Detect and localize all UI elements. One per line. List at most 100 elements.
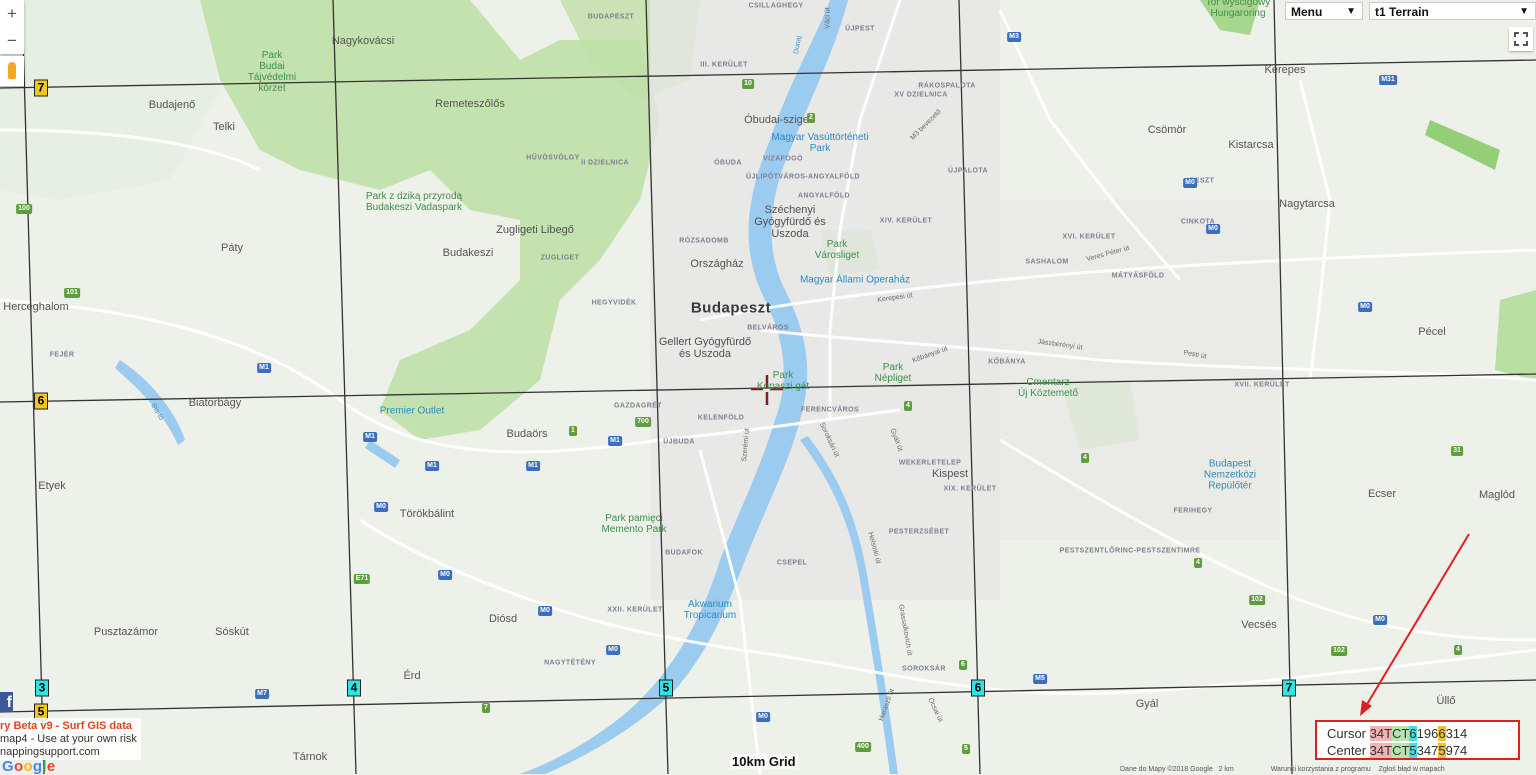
road-shield: M1	[257, 363, 271, 373]
district-label: KŐBÁNYA	[988, 358, 1026, 366]
zoom-in-button[interactable]: +	[0, 0, 24, 27]
road-shield: M5	[1033, 674, 1047, 684]
district-label: KELENFÖLD	[697, 414, 745, 422]
place-label: Vecsés	[1241, 619, 1277, 631]
zoom-out-button[interactable]: −	[0, 27, 24, 54]
poi-label[interactable]: Park Budai Tájvédelmi körzet	[242, 50, 302, 94]
northing-rest: 314	[1445, 726, 1468, 741]
poi-label[interactable]: Park Városliget	[815, 239, 859, 261]
pegman-icon	[8, 62, 16, 79]
zone-part: 34T	[1369, 743, 1393, 758]
district-label: SASHALOM	[1025, 258, 1069, 266]
grid-title: 10km Grid	[730, 754, 798, 769]
place-label: Pusztazámor	[93, 626, 159, 638]
poi-label[interactable]: Országház	[690, 258, 743, 270]
district-label: FEJÉR	[49, 351, 75, 359]
report-error-link[interactable]: Zgłoś błąd w mapach	[1379, 766, 1445, 773]
zone-part: 34T	[1369, 726, 1393, 741]
place-label: Csömör	[1147, 124, 1187, 136]
poi-label[interactable]: Park pamięci Memento Park	[601, 513, 666, 535]
district-label: II DZIELNICA	[581, 159, 629, 167]
district-label: BELVÁROS	[747, 324, 789, 332]
poi-label[interactable]: Magyar Állami Operaház	[800, 275, 910, 286]
place-label: Nagytarcsa	[1279, 198, 1335, 210]
place-label: Kispest	[931, 468, 969, 480]
district-label: SOROKSÁR	[902, 665, 946, 673]
place-label-city: Budapeszt	[690, 299, 772, 317]
grid-col-label: 7	[1282, 679, 1296, 697]
menu-select-value: Menu	[1291, 5, 1323, 19]
park-area-pecel	[1495, 290, 1536, 380]
road-shield: 31	[1451, 446, 1463, 456]
poi-label[interactable]: Akwarium Tropicarium	[684, 599, 736, 621]
scale-bar[interactable]: 2 km	[1219, 766, 1234, 773]
place-label: Biatorbágy	[188, 397, 242, 409]
fullscreen-button[interactable]	[1509, 27, 1533, 51]
road-shield: M1	[363, 432, 377, 442]
layer-select[interactable]: t1 Terrain ▼	[1369, 2, 1536, 20]
road-shield: M0	[438, 570, 452, 580]
place-label: Tárnok	[292, 751, 328, 763]
road-shield: M0	[606, 645, 620, 655]
grid-col-label: 5	[659, 679, 673, 697]
grid-col-label: 6	[971, 679, 985, 697]
square-part: CT	[1392, 743, 1410, 758]
road-shield: 101	[64, 288, 80, 298]
easting-rest: 196	[1416, 726, 1439, 741]
district-label: FERIHEGY	[1173, 507, 1213, 515]
road-shield: M0	[756, 712, 770, 722]
place-label: Budajenő	[148, 99, 196, 111]
poi-label[interactable]: Széchenyi Gyógyfürdő és Uszoda	[735, 204, 845, 240]
northing-digit: 6	[1438, 726, 1446, 741]
road-shield: 2	[807, 113, 815, 123]
district-label: XV DZIELNICA	[894, 91, 948, 99]
poi-label[interactable]: Park z dziką przyrodą Budakeszi Vadaspark	[366, 191, 462, 213]
poi-label[interactable]: Premier Outlet	[380, 406, 444, 417]
poi-label[interactable]: Budapest Nemzetközi Repülőtér	[1190, 459, 1270, 492]
place-label: Remeteszőlős	[435, 98, 505, 110]
road-shield: M31	[1379, 75, 1397, 85]
menu-select[interactable]: Menu ▼	[1285, 2, 1363, 20]
map-footer: Dane do Mapy ©2018 Google 2 km Warunki k…	[1120, 766, 1445, 773]
poi-label[interactable]: Cmentarz Új Köztemető	[1018, 377, 1078, 399]
center-coordinate: Center 34TCT53475974	[1327, 742, 1508, 759]
district-label: ZUGLIGET	[540, 254, 580, 262]
poi-label[interactable]: Park Népliget	[875, 362, 912, 384]
district-label: WEKERLETELEP	[898, 459, 962, 467]
road-shield: 102	[1331, 646, 1347, 656]
grid-row-label: 7	[34, 79, 48, 97]
district-label: ÚJPEST	[845, 25, 875, 33]
place-label: Herceghalom	[3, 301, 69, 313]
district-label: BUDAPESZT	[587, 13, 635, 21]
coordinate-readout: Cursor 34TCT61966314 Center 34TCT5347597…	[1315, 720, 1520, 760]
road-shield: 4	[904, 401, 912, 411]
district-label: III. KERÜLET	[700, 61, 748, 69]
road-shield: 7	[482, 703, 490, 713]
road-shield: M3	[1007, 32, 1021, 42]
cursor-label: Cursor	[1327, 726, 1367, 741]
terms-link[interactable]: Warunki korzystania z programu	[1271, 766, 1371, 773]
layer-select-value: t1 Terrain	[1375, 5, 1429, 19]
poi-label[interactable]: Gellert Gyógyfürdő és Uszoda	[658, 336, 753, 360]
poi-label[interactable]: Tor wyścigowy Hungaroring	[1206, 0, 1270, 19]
app-attribution: ry Beta v9 - Surf GIS data map4 - Use at…	[0, 718, 141, 760]
grid-col-label: 3	[35, 679, 49, 697]
poi-label[interactable]: Park Kopaszi gát	[757, 370, 809, 392]
poi-label[interactable]: Zugligeti Libegő	[496, 224, 574, 236]
northing-rest: 974	[1445, 743, 1468, 758]
district-label: GAZDAGRÉT	[614, 402, 662, 410]
place-label: Sóskút	[215, 626, 249, 638]
app-version-link[interactable]: ry Beta v9 - Surf GIS data	[0, 720, 137, 733]
square-part: CT	[1392, 726, 1410, 741]
facebook-icon[interactable]: f	[0, 692, 13, 712]
district-label: XVII. KERÜLET	[1234, 381, 1290, 389]
road-shield: 1	[569, 426, 577, 436]
road-shield: M0	[374, 502, 388, 512]
street-view-pegman[interactable]	[0, 56, 24, 86]
place-label: Pécel	[1418, 326, 1446, 338]
road-shield: 100	[16, 204, 32, 214]
road-shield: M0	[1358, 302, 1372, 312]
district-label: VIZAFOGÓ	[763, 155, 803, 163]
center-label: Center	[1327, 743, 1367, 758]
poi-label[interactable]: Magyar Vasúttörténeti Park	[765, 132, 875, 154]
